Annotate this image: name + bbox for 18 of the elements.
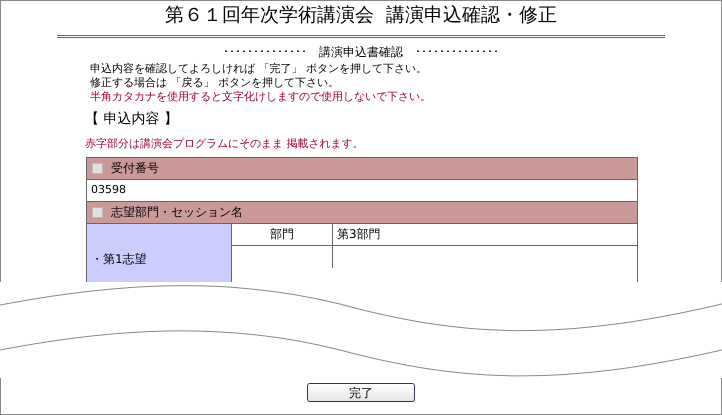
- page-title: 第６１回年次学術講演会 講演申込確認・修正: [164, 3, 558, 28]
- subtitle: 講演申込書確認: [319, 44, 403, 60]
- section-label: 受付番号: [111, 160, 159, 177]
- field-value: 第3部門: [337, 226, 381, 243]
- instruction-text: 半角カタカナを使用すると文字化けしますので使用しないで下さい。: [90, 90, 432, 104]
- instruction-text: 修正する場合は 「戻る」 ボタンを押して下さい。: [90, 76, 340, 90]
- instruction-text: 申込内容を確認してよろしければ 「完了」 ボタンを押して下さい。: [90, 62, 428, 76]
- section-heading: 【 申込内容 】: [85, 110, 178, 126]
- note-text: 赤字部分は講演会プログラムにそのまま 掲載されます。: [85, 136, 364, 150]
- field-name: 部門: [270, 226, 294, 243]
- section-label: 志望部門・セッション名: [111, 204, 243, 221]
- checkbox[interactable]: [92, 206, 103, 218]
- checkbox[interactable]: [92, 162, 103, 174]
- choice-label: ・第1志望: [91, 250, 147, 268]
- complete-button[interactable]: 完了: [307, 383, 415, 402]
- dot-leader: ･･････････････: [223, 44, 307, 60]
- field-value: 03598: [91, 182, 126, 198]
- dot-leader: ･･････････････: [415, 44, 499, 60]
